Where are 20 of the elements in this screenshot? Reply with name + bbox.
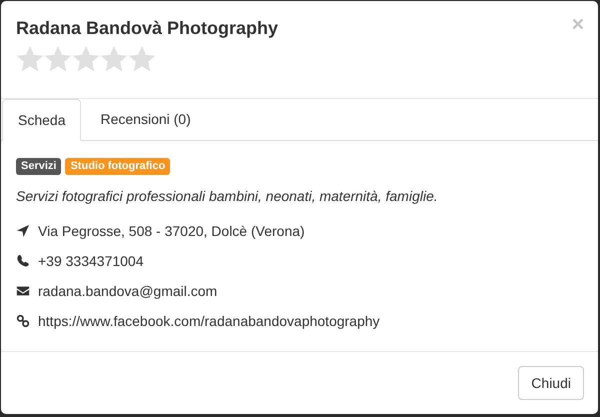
star-icon [44,45,72,73]
tab[interactable]: Scheda [2,99,82,141]
category-tag: Studio fotografico [65,158,170,175]
modal-title: Radana Bandovà Photography [16,17,278,39]
address-text: Via Pegrosse, 508 - 37020, Dolcè (Verona) [38,222,305,241]
category-tag: Servizi [16,158,62,175]
link-icon [16,314,30,328]
website-link[interactable]: https://www.facebook.com/radanabandovaphotography [38,310,380,332]
tab[interactable]: Recensioni (0) [81,99,210,140]
star-icon [72,45,100,73]
star-icon [100,45,128,73]
close-button[interactable]: Chiudi [518,366,584,400]
star-icon [128,45,156,73]
description: Servizi fotografici professionali bambini, neonati, maternità, famiglie. [16,187,439,206]
star-icon [16,45,44,73]
phone-number: +39 3334371004 [38,252,144,270]
email-address: radana.bandova@gmail.com [38,282,218,301]
phone-icon [16,254,30,268]
envelope-icon [16,284,30,298]
location-arrow-icon [16,224,30,238]
